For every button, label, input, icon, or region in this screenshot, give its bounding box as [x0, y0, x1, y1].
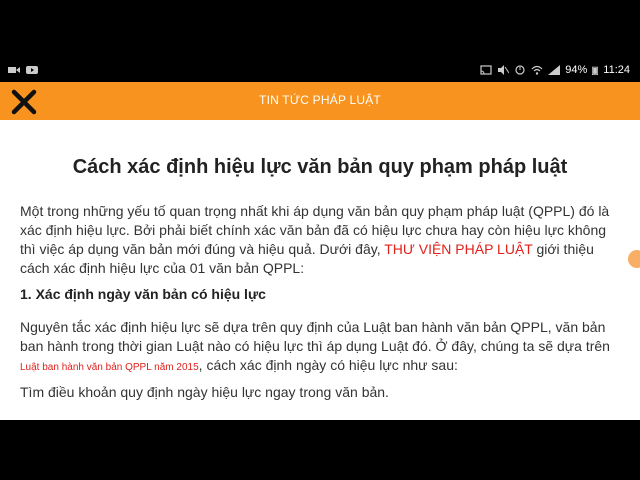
video-camera-icon	[8, 67, 20, 73]
status-right-icons: 94% 11:24	[480, 64, 630, 76]
article-title: Cách xác định hiệu lực văn bản quy phạm …	[72, 156, 568, 178]
cast-icon	[480, 65, 492, 75]
top-black-bar	[0, 0, 640, 60]
app-bar-title: TIN TỨC PHÁP LUẬT	[259, 93, 381, 107]
recorder-icon	[500, 390, 522, 408]
youtube-icon	[26, 66, 38, 74]
wifi-icon	[531, 65, 543, 75]
article-content[interactable]: Cách xác định hiệu lực văn bản quy phạm …	[0, 120, 640, 420]
battery-icon	[592, 66, 599, 75]
bottom-black-bar	[0, 420, 640, 480]
section-text-1: Nguyên tắc xác định hiệu lực sẽ dựa trên…	[20, 319, 610, 354]
status-left-icons	[8, 65, 38, 75]
battery-percent: 94%	[565, 64, 588, 76]
section-heading: 1. Xác định ngày văn bản có hiệu lực	[20, 286, 266, 302]
luat-ban-hanh-link[interactable]: Luật ban hành văn bản QPPL năm 2015	[20, 362, 199, 373]
section-text-2: , cách xác định ngày có hiệu lực như sau…	[198, 357, 458, 373]
app-bar: TIN TỨC PHÁP LUẬT	[0, 82, 640, 120]
signal-icon	[548, 65, 561, 75]
section-paragraph: Nguyên tắc xác định hiệu lực sẽ dựa trên…	[20, 318, 625, 377]
status-bar: 94% 11:24	[0, 60, 640, 82]
thu-vien-phap-luat-link[interactable]: THƯ VIỆN PHÁP LUẬT	[384, 241, 532, 257]
clock: 11:24	[603, 64, 630, 76]
scroll-handle[interactable]	[628, 250, 640, 268]
article-intro: Một trong những yếu tố quan trọng nhất k…	[20, 202, 625, 278]
alarm-icon	[515, 65, 525, 75]
recorder-watermark: DU Recorder	[500, 390, 621, 408]
watermark-text: DU Recorder	[528, 390, 622, 407]
mute-icon	[498, 65, 510, 75]
